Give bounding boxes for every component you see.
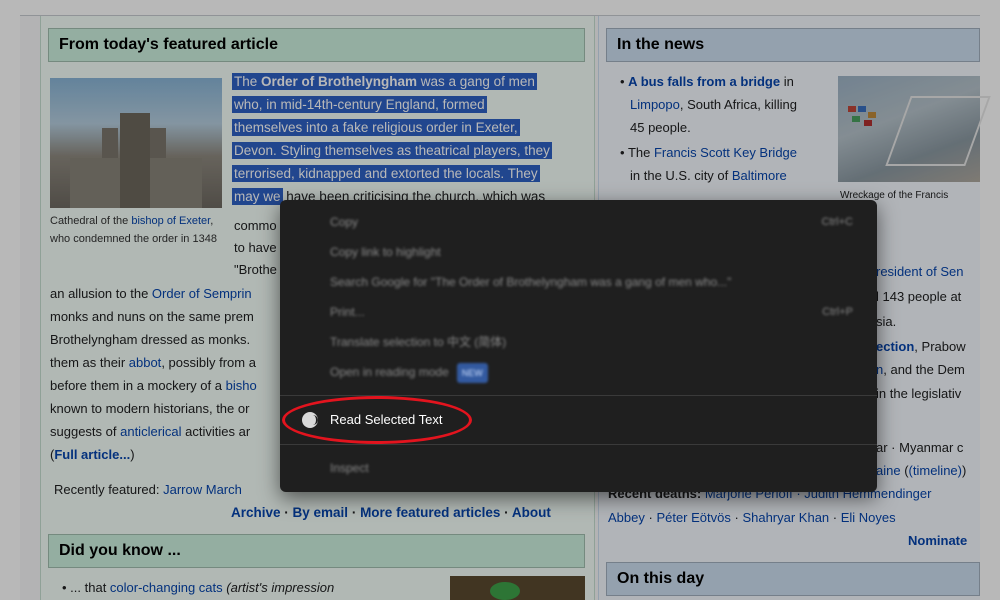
death-link[interactable]: Péter Eötvös bbox=[656, 510, 730, 525]
featured-body-line: Brothelyngham dressed as monks. bbox=[50, 332, 251, 347]
cathedral-image[interactable] bbox=[50, 78, 222, 208]
news-heading-text: In the news bbox=[617, 36, 705, 53]
news-item-1: • A bus falls from a bridge in bbox=[620, 74, 794, 89]
featured-body-line: (Full article...) bbox=[50, 447, 135, 462]
menu-item-inspect[interactable]: Inspect bbox=[330, 458, 369, 478]
dyk-item: • ... that color-changing cats (artist's… bbox=[62, 580, 335, 595]
nominate-link[interactable]: Nominate bbox=[908, 531, 967, 551]
ongoing-fragment: ar · Myanmar c bbox=[876, 440, 964, 455]
featured-heading-text: From today's featured article bbox=[59, 36, 278, 53]
full-article-link[interactable]: Full article... bbox=[54, 447, 130, 462]
news-fragment: n, and the Dem bbox=[876, 362, 965, 377]
featured-body-line: them as their abbot, possibly from a bbox=[50, 355, 256, 370]
recent-deaths-line2: Abbey · Péter Eötvös · Shahryar Khan · E… bbox=[608, 510, 896, 525]
ukraine-link[interactable]: aine bbox=[876, 463, 901, 478]
menu-separator bbox=[280, 395, 877, 396]
recently-featured: Recently featured: Jarrow March bbox=[54, 482, 242, 497]
news-item-2-line2: in the U.S. city of Baltimore bbox=[630, 168, 787, 183]
menu-item-copy-link-highlight[interactable]: Copy link to highlight bbox=[330, 242, 441, 262]
selected-line: Devon. Styling themselves as theatrical … bbox=[232, 142, 552, 159]
otd-heading-text: On this day bbox=[617, 570, 705, 587]
news-fragment: ection, Prabow bbox=[876, 339, 966, 354]
menu-item-search-google[interactable]: Search Google for "The Order of Brothely… bbox=[330, 272, 731, 292]
featured-text-fragment: "Brothe bbox=[234, 262, 277, 277]
news-fragment: in the legislativ bbox=[876, 386, 962, 401]
image-caption: Cathedral of the bishop of Exeter, who c… bbox=[50, 212, 225, 248]
copy-shortcut: Ctrl+C bbox=[821, 216, 853, 228]
death-link[interactable]: Shahryar Khan bbox=[742, 510, 829, 525]
timeline-link[interactable]: (timeline) bbox=[909, 463, 962, 478]
jarrow-march-link[interactable]: Jarrow March bbox=[163, 482, 242, 497]
dyk-image[interactable] bbox=[450, 576, 585, 600]
featured-text-fragment: commo bbox=[234, 218, 277, 233]
semprin-link[interactable]: Order of Semprin bbox=[152, 286, 252, 301]
speaker-icon bbox=[302, 412, 318, 428]
election-link[interactable]: ection bbox=[876, 339, 914, 354]
menu-item-read-selected-text[interactable]: Read Selected Text bbox=[302, 408, 443, 432]
featured-text-fragment: to have bbox=[234, 240, 277, 255]
featured-body-line: known to modern historians, the or bbox=[50, 401, 250, 416]
bridge-wreckage-image[interactable] bbox=[838, 76, 991, 182]
featured-footer-links: Archive · By email · More featured artic… bbox=[231, 505, 551, 520]
more-featured-articles-link[interactable]: More featured articles bbox=[360, 505, 500, 520]
selected-line: terrorised, kidnapped and extorted the l… bbox=[232, 165, 540, 182]
about-link[interactable]: About bbox=[512, 505, 551, 520]
news-item-1-line3: 45 people. bbox=[630, 120, 691, 135]
featured-body-line: before them in a mockery of a bisho bbox=[50, 378, 257, 393]
selected-text[interactable]: The Order of Brothelyngham was a gang of… bbox=[232, 70, 592, 208]
new-badge: NEW bbox=[456, 363, 488, 383]
on-this-day-heading: On this day bbox=[606, 562, 980, 596]
selected-line: who, in mid-14th-century England, formed bbox=[232, 96, 487, 113]
did-you-know-heading: Did you know ... bbox=[48, 534, 585, 568]
selected-line: The Order of Brothelyngham was a gang of… bbox=[232, 73, 537, 90]
news-item-1-line2: Limpopo, South Africa, killing bbox=[630, 97, 797, 112]
top-band bbox=[20, 0, 980, 16]
ongoing-fragment-2: aine ((timeline)) bbox=[876, 463, 967, 478]
featured-body-line: monks and nuns on the same prem bbox=[50, 309, 254, 324]
death-link[interactable]: Eli Noyes bbox=[841, 510, 896, 525]
dyk-heading-text: Did you know ... bbox=[59, 542, 181, 559]
context-menu: Copy Ctrl+C Copy link to highlight Searc… bbox=[280, 200, 877, 492]
in-the-news-heading: In the news bbox=[606, 28, 980, 62]
abbot-link[interactable]: abbot bbox=[129, 355, 162, 370]
archive-link[interactable]: Archive bbox=[231, 505, 281, 520]
caption-text: Cathedral of the bbox=[50, 215, 132, 227]
news-fragment: sia. bbox=[876, 314, 897, 329]
selected-line: themselves into a fake religious order i… bbox=[232, 119, 520, 136]
bishop-link[interactable]: bisho bbox=[226, 378, 257, 393]
president-link[interactable]: resident of Sen bbox=[876, 264, 963, 279]
menu-separator bbox=[280, 444, 877, 445]
print-shortcut: Ctrl+P bbox=[822, 306, 853, 318]
baltimore-link[interactable]: Baltimore bbox=[732, 168, 787, 183]
by-email-link[interactable]: By email bbox=[293, 505, 349, 520]
key-bridge-link[interactable]: Francis Scott Key Bridge bbox=[654, 145, 797, 160]
featured-body-line: suggests of anticlerical activities ar bbox=[50, 424, 251, 439]
cathedral-facade bbox=[120, 113, 150, 208]
menu-item-print[interactable]: Print... bbox=[330, 302, 365, 322]
caption-bishop-link[interactable]: bishop of Exeter bbox=[131, 215, 210, 227]
news-fragment: resident of Sen bbox=[876, 262, 963, 282]
read-selected-text-label: Read Selected Text bbox=[330, 412, 443, 427]
menu-item-translate[interactable]: Translate selection to 中文 (简体) bbox=[330, 332, 506, 352]
bus-falls-link[interactable]: A bus falls from a bridge bbox=[628, 74, 780, 89]
news-fragment: l 143 people at bbox=[876, 289, 962, 304]
menu-item-reading-mode[interactable]: Open in reading mode NEW bbox=[330, 362, 488, 383]
menu-item-copy[interactable]: Copy bbox=[330, 212, 358, 232]
featured-article-heading: From today's featured article bbox=[48, 28, 585, 62]
color-changing-cats-link[interactable]: color-changing cats bbox=[110, 580, 223, 595]
limpopo-link[interactable]: Limpopo bbox=[630, 97, 680, 112]
death-link[interactable]: Abbey bbox=[608, 510, 645, 525]
news-item-2: • The Francis Scott Key Bridge bbox=[620, 145, 798, 160]
featured-body-line: an allusion to the Order of Semprin bbox=[50, 286, 252, 301]
anticlerical-link[interactable]: anticlerical bbox=[120, 424, 181, 439]
